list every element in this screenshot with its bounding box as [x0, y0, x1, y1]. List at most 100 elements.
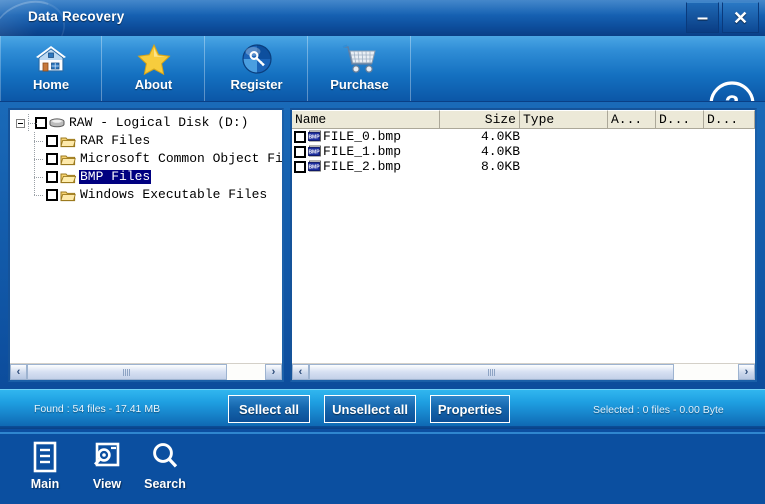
key-sphere-icon — [241, 41, 273, 77]
tree-row-root[interactable]: RAW - Logical Disk (D:) — [10, 114, 282, 132]
tree-item-label: Microsoft Common Object Fi — [80, 151, 282, 166]
grip-icon — [487, 368, 495, 376]
toolbar-item-about[interactable]: About — [103, 36, 205, 102]
nav-item-view[interactable]: View — [76, 440, 138, 491]
scroll-left-button[interactable]: ‹ — [10, 364, 27, 380]
tree-row-rar[interactable]: RAR Files — [10, 132, 282, 150]
scroll-thumb[interactable] — [27, 364, 227, 380]
column-header-date-2[interactable]: D... — [704, 110, 755, 129]
toolbar-item-register[interactable]: Register — [206, 36, 308, 102]
file-list-horizontal-scrollbar[interactable]: ‹ › — [292, 363, 755, 380]
close-button[interactable]: ✕ — [722, 2, 759, 33]
file-name: FILE_0.bmp — [323, 129, 402, 144]
bmp-file-icon: BMP — [308, 145, 322, 158]
file-row[interactable]: BMP FILE_2.bmp 8.0KB — [292, 159, 755, 174]
tree-item-label-selected: BMP Files — [77, 169, 153, 185]
file-list-body: BMP FILE_0.bmp 4.0KB BMP FILE_1.bmp 4.0K… — [292, 129, 755, 363]
tree-horizontal-scrollbar[interactable]: ‹ › — [10, 363, 282, 380]
folder-tree: RAW - Logical Disk (D:) RAR Files Micros… — [10, 110, 282, 363]
window-title: Data Recovery — [28, 9, 125, 24]
tree-connector — [34, 186, 46, 204]
toolbar-label: About — [134, 77, 173, 92]
column-header-date-1[interactable]: D... — [656, 110, 704, 129]
tree-connector — [34, 150, 46, 168]
shopping-cart-icon — [341, 41, 379, 77]
folder-icon — [60, 153, 76, 166]
tree-row-exe[interactable]: Windows Executable Files — [10, 186, 282, 204]
file-row[interactable]: BMP FILE_1.bmp 4.0KB — [292, 144, 755, 159]
hard-disk-icon — [49, 117, 65, 130]
scroll-left-button[interactable]: ‹ — [292, 364, 309, 380]
scroll-track[interactable] — [27, 364, 265, 380]
tree-checkbox[interactable] — [46, 135, 58, 147]
file-size: 4.0KB — [480, 144, 520, 159]
minimize-icon: – — [696, 6, 709, 29]
file-checkbox[interactable] — [294, 130, 306, 143]
scroll-right-button[interactable]: › — [738, 364, 755, 380]
tree-checkbox[interactable] — [46, 153, 58, 165]
grip-icon — [123, 368, 131, 376]
file-name: FILE_1.bmp — [323, 144, 402, 159]
column-header-name[interactable]: Name — [292, 110, 440, 129]
toolbar-item-home[interactable]: Home — [0, 36, 102, 102]
file-row[interactable]: BMP FILE_0.bmp 4.0KB — [292, 129, 755, 144]
file-list-panel: Name Size Type A... D... D... BMP FILE_0… — [290, 108, 757, 382]
tree-checkbox[interactable] — [46, 171, 58, 183]
bottom-navigation-bar: Main View Search — [0, 432, 765, 504]
found-status: Found : 54 files - 17.41 MB — [34, 403, 161, 415]
tree-row-bmp[interactable]: BMP Files — [10, 168, 282, 186]
file-name: FILE_2.bmp — [323, 159, 402, 174]
nav-label: Search — [144, 477, 186, 491]
folder-icon — [60, 135, 76, 148]
svg-text:BMP: BMP — [308, 165, 320, 171]
file-size: 4.0KB — [480, 129, 520, 144]
title-bar: Data Recovery – ✕ — [0, 0, 765, 36]
file-size: 8.0KB — [480, 159, 520, 174]
tree-checkbox[interactable] — [46, 189, 58, 201]
file-name-cell: BMP FILE_2.bmp — [292, 159, 440, 174]
toolbar-label: Home — [32, 77, 70, 92]
bmp-file-icon: BMP — [308, 160, 322, 173]
column-header-type[interactable]: Type — [520, 110, 608, 129]
help-button[interactable]: ? — [708, 80, 756, 102]
scroll-thumb[interactable] — [309, 364, 674, 380]
minimize-button[interactable]: – — [686, 2, 719, 33]
tree-row-msobject[interactable]: Microsoft Common Object Fi — [10, 150, 282, 168]
toolbar-item-purchase[interactable]: Purchase — [309, 36, 411, 102]
action-status-bar: Found : 54 files - 17.41 MB Sellect all … — [0, 389, 765, 429]
file-checkbox[interactable] — [294, 160, 306, 173]
bmp-file-icon: BMP — [308, 130, 322, 143]
scroll-track[interactable] — [309, 364, 738, 380]
folder-open-icon — [60, 171, 77, 184]
file-list-header: Name Size Type A... D... D... — [292, 110, 755, 129]
tree-item-label: RAR Files — [80, 133, 151, 148]
nav-item-search[interactable]: Search — [134, 440, 196, 491]
select-all-button[interactable]: Sellect all — [228, 395, 310, 423]
svg-text:BMP: BMP — [308, 150, 320, 156]
folder-icon — [60, 189, 76, 202]
unselect-all-button[interactable]: Unsellect all — [324, 395, 416, 423]
column-header-size[interactable]: Size — [440, 110, 520, 129]
magnifier-icon — [150, 440, 180, 476]
star-icon — [137, 41, 171, 77]
document-lines-icon — [31, 440, 59, 476]
file-checkbox[interactable] — [294, 145, 306, 158]
collapse-toggle-icon[interactable] — [16, 118, 25, 128]
preview-image-icon — [92, 440, 122, 476]
close-icon: ✕ — [732, 7, 749, 28]
file-name-cell: BMP FILE_0.bmp — [292, 129, 440, 144]
nav-label: View — [92, 477, 122, 491]
scroll-right-button[interactable]: › — [265, 364, 282, 380]
folder-tree-panel: RAW - Logical Disk (D:) RAR Files Micros… — [8, 108, 284, 382]
svg-text:BMP: BMP — [308, 135, 320, 141]
tree-root-label: RAW - Logical Disk (D:) — [69, 115, 249, 130]
column-header-accessed[interactable]: A... — [608, 110, 656, 129]
toolbar-label: Register — [230, 77, 283, 92]
nav-item-main[interactable]: Main — [14, 440, 76, 491]
svg-text:?: ? — [725, 91, 740, 102]
tree-connector — [34, 168, 46, 186]
house-icon — [34, 41, 68, 77]
tree-connector — [34, 132, 46, 150]
content-area: RAW - Logical Disk (D:) RAR Files Micros… — [0, 102, 765, 389]
properties-button[interactable]: Properties — [430, 395, 510, 423]
